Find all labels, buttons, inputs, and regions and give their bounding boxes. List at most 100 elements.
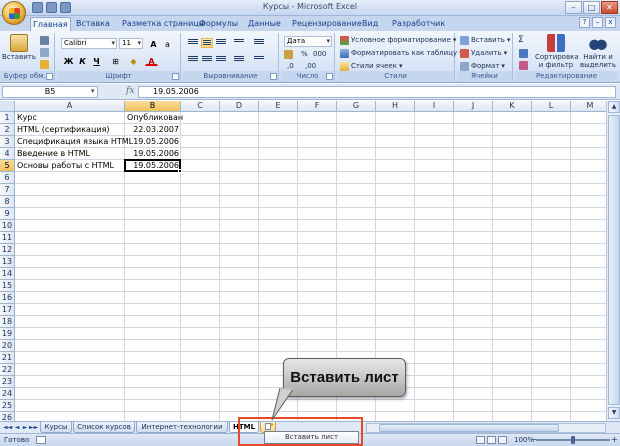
select-all-corner[interactable] xyxy=(0,101,15,112)
sort-filter-button[interactable]: Сортировка и фильтр xyxy=(535,33,579,69)
column-header-d[interactable]: D xyxy=(220,101,259,112)
column-header-j[interactable]: J xyxy=(454,101,493,112)
number-format-combo[interactable]: Дата xyxy=(284,36,332,47)
tab-page-layout[interactable]: Разметка страницы xyxy=(120,17,207,31)
next-sheet-icon[interactable]: ► xyxy=(21,423,29,432)
align-right-icon[interactable] xyxy=(215,55,227,65)
clipboard-dialog-launcher[interactable] xyxy=(46,73,53,80)
find-select-button[interactable]: Найти и выделить xyxy=(579,33,617,69)
conditional-formatting-button[interactable]: Условное форматирование ▾ xyxy=(340,35,456,46)
row-header-1[interactable]: 1 xyxy=(0,112,15,124)
page-layout-view-icon[interactable] xyxy=(487,436,496,444)
row-header-24[interactable]: 24 xyxy=(0,388,15,400)
column-header-m[interactable]: M xyxy=(571,101,606,112)
cell-a1[interactable]: Курс xyxy=(15,112,39,124)
cell-a2[interactable]: HTML (сертификация) xyxy=(15,124,112,136)
row-header-5[interactable]: 5 xyxy=(0,160,15,172)
copy-icon[interactable] xyxy=(40,48,49,57)
tab-formulas[interactable]: Формулы xyxy=(197,17,240,31)
prev-sheet-icon[interactable]: ◄ xyxy=(13,423,21,432)
row-header-20[interactable]: 20 xyxy=(0,340,15,352)
thousands-button[interactable]: 000 xyxy=(313,49,326,60)
column-header-g[interactable]: G xyxy=(337,101,376,112)
name-box[interactable]: B5 xyxy=(2,86,98,98)
row-header-22[interactable]: 22 xyxy=(0,364,15,376)
cell-b1[interactable]: Опубликован xyxy=(125,112,185,124)
align-left-icon[interactable] xyxy=(187,55,199,65)
help-icon[interactable]: ? xyxy=(579,17,590,28)
tab-developer[interactable]: Разработчик xyxy=(390,17,447,31)
align-center-icon[interactable] xyxy=(201,55,213,65)
cell-b2[interactable]: 22.03.2007 xyxy=(125,124,181,136)
align-middle-icon[interactable] xyxy=(201,38,213,48)
row-header-19[interactable]: 19 xyxy=(0,328,15,340)
vertical-scrollbar[interactable]: ▲ ▼ xyxy=(606,101,620,421)
row-header-3[interactable]: 3 xyxy=(0,136,15,148)
column-header-b[interactable]: B xyxy=(125,101,181,112)
column-header-a[interactable]: A xyxy=(15,101,125,112)
borders-button[interactable]: ⊞ xyxy=(109,55,122,66)
bold-button[interactable]: Ж xyxy=(62,55,75,66)
horizontal-scroll-thumb[interactable] xyxy=(379,424,559,432)
row-header-16[interactable]: 16 xyxy=(0,292,15,304)
row-header-10[interactable]: 10 xyxy=(0,220,15,232)
font-name-combo[interactable]: Calibri xyxy=(61,38,117,49)
cell-a3[interactable]: Спецификация языка HTML xyxy=(15,136,135,148)
merge-center-icon[interactable] xyxy=(253,55,265,65)
minimize-button[interactable]: – xyxy=(565,1,582,14)
maximize-button[interactable]: □ xyxy=(583,1,600,14)
alignment-dialog-launcher[interactable] xyxy=(270,73,277,80)
ribbon-close-icon[interactable]: x xyxy=(605,17,616,28)
horizontal-scrollbar[interactable] xyxy=(366,423,606,433)
row-header-21[interactable]: 21 xyxy=(0,352,15,364)
row-header-25[interactable]: 25 xyxy=(0,400,15,412)
formula-input[interactable]: 19.05.2006 xyxy=(138,86,616,98)
italic-button[interactable]: К xyxy=(76,55,89,66)
font-color-button[interactable]: A xyxy=(145,55,158,66)
orientation-icon[interactable] xyxy=(233,38,245,48)
tab-home[interactable]: Главная xyxy=(30,17,71,31)
cell-b3[interactable]: 19.05.2006 xyxy=(125,136,181,148)
sheet-tab-kursy[interactable]: Курсы xyxy=(40,422,72,433)
row-header-11[interactable]: 11 xyxy=(0,232,15,244)
row-header-14[interactable]: 14 xyxy=(0,268,15,280)
column-header-c[interactable]: C xyxy=(181,101,220,112)
cut-icon[interactable] xyxy=(40,36,49,45)
tab-view[interactable]: Вид xyxy=(360,17,380,31)
row-header-8[interactable]: 8 xyxy=(0,196,15,208)
office-button[interactable] xyxy=(2,1,26,25)
row-header-26[interactable]: 26 xyxy=(0,412,15,421)
row-header-4[interactable]: 4 xyxy=(0,148,15,160)
column-header-i[interactable]: I xyxy=(415,101,454,112)
row-header-17[interactable]: 17 xyxy=(0,304,15,316)
grow-font-button[interactable]: A xyxy=(147,38,160,49)
row-header-13[interactable]: 13 xyxy=(0,256,15,268)
macro-record-icon[interactable] xyxy=(36,436,46,444)
zoom-in-button[interactable]: + xyxy=(611,435,618,445)
row-header-2[interactable]: 2 xyxy=(0,124,15,136)
currency-button[interactable] xyxy=(284,49,293,60)
vertical-scroll-thumb[interactable] xyxy=(608,115,620,405)
shrink-font-button[interactable]: a xyxy=(161,38,174,49)
row-header-7[interactable]: 7 xyxy=(0,184,15,196)
column-header-e[interactable]: E xyxy=(259,101,298,112)
align-top-icon[interactable] xyxy=(187,38,199,48)
autosum-button[interactable]: Σ xyxy=(518,35,524,46)
underline-button[interactable]: Ч xyxy=(90,55,103,66)
align-bottom-icon[interactable] xyxy=(215,38,227,48)
row-header-6[interactable]: 6 xyxy=(0,172,15,184)
scroll-down-icon[interactable]: ▼ xyxy=(608,407,620,419)
column-header-f[interactable]: F xyxy=(298,101,337,112)
tab-review[interactable]: Рецензирование xyxy=(290,17,364,31)
column-header-k[interactable]: K xyxy=(493,101,532,112)
normal-view-icon[interactable] xyxy=(476,436,485,444)
first-sheet-icon[interactable]: ◄◄ xyxy=(3,423,12,432)
chevron-down-icon[interactable]: ▾ xyxy=(91,87,95,95)
format-painter-icon[interactable] xyxy=(40,60,49,69)
fill-handle[interactable] xyxy=(178,169,182,173)
last-sheet-icon[interactable]: ►► xyxy=(29,423,38,432)
format-as-table-button[interactable]: Форматировать как таблицу▾ xyxy=(340,48,463,59)
cell-a5[interactable]: Основы работы с HTML xyxy=(15,160,116,172)
insert-function-button[interactable]: fx xyxy=(126,86,134,96)
wrap-text-icon[interactable] xyxy=(253,38,265,48)
